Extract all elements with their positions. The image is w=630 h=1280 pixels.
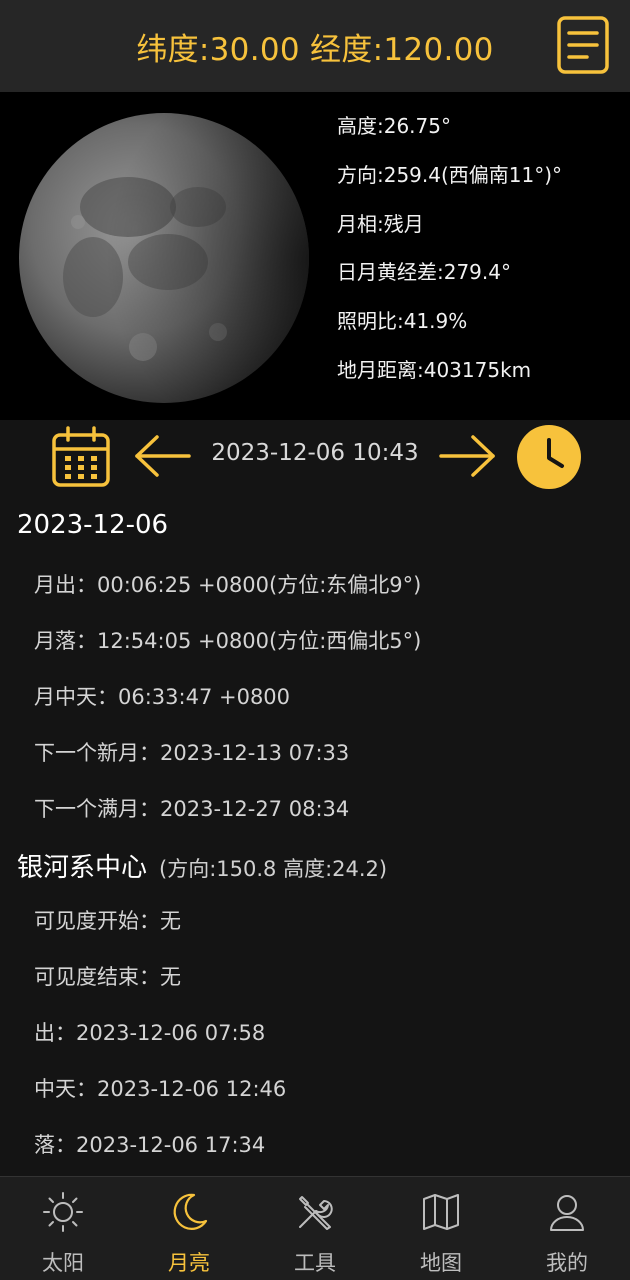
moonrise-text: 月出：00:06:25 +0800(方位:东偏北9°)	[34, 573, 422, 597]
tab-moon-label: 月亮	[168, 1251, 210, 1275]
tools-icon	[299, 1196, 333, 1230]
tab-sun-label: 太阳	[42, 1251, 84, 1275]
galaxy-set-text: 落：2023-12-06 17:34	[34, 1133, 266, 1157]
moonset-text: 月落：12:54:05 +0800(方位:西偏北5°)	[34, 629, 422, 653]
moon-events-date: 2023-12-06	[17, 510, 169, 540]
next-arrow-button[interactable]	[437, 433, 497, 479]
previous-arrow-button[interactable]	[133, 433, 193, 479]
next-full-moon-text: 下一个满月：2023-12-27 08:34	[34, 797, 350, 821]
moon-altitude: 高度:26.75°	[337, 114, 451, 138]
moon-distance: 地月距离:403175km	[337, 357, 532, 382]
bottom-tab-bar: 太阳 月亮 工具 地图 我的	[0, 1176, 630, 1280]
moon-elongation: 日月黄经差:279.4°	[337, 260, 511, 285]
user-icon	[550, 1195, 584, 1231]
arrow-right-icon	[439, 435, 495, 477]
galaxy-rise-text: 出：2023-12-06 07:58	[34, 1021, 266, 1045]
moon-phase: 月相:残月	[337, 211, 424, 236]
tab-profile-label: 我的	[546, 1251, 588, 1275]
visibility-start-text: 可见度开始：无	[34, 909, 181, 933]
tab-tools-label: 工具	[294, 1251, 336, 1275]
tab-map[interactable]: 地图	[378, 1177, 504, 1280]
galaxy-center-title: 银河系中心	[17, 853, 148, 883]
calendar-icon	[52, 426, 110, 487]
moon-info-list: 高度:26.75° 方向:259.4(西偏南11°)° 月相:残月 日月黄经差:…	[337, 112, 562, 405]
tab-map-label: 地图	[420, 1251, 462, 1275]
galaxy-center-heading: 银河系中心 (方向:150.8 高度:24.2)	[17, 847, 387, 884]
app-header: 纬度:30.00 经度:120.00	[0, 0, 630, 92]
calendar-button[interactable]	[50, 425, 112, 489]
galaxy-center-position: (方向:150.8 高度:24.2)	[159, 857, 388, 881]
tab-profile[interactable]: 我的	[504, 1177, 630, 1280]
sun-icon	[43, 1192, 83, 1232]
list-menu-button[interactable]	[556, 15, 610, 75]
now-clock-button[interactable]	[516, 424, 582, 490]
current-datetime[interactable]: 2023-12-06 10:43	[200, 440, 430, 466]
galaxy-transit-text: 中天：2023-12-06 12:46	[34, 1077, 287, 1101]
moon-illumination: 照明比:41.9%	[337, 309, 468, 334]
moon-direction: 方向:259.4(西偏南11°)°	[337, 162, 563, 187]
moon-panel: 高度:26.75° 方向:259.4(西偏南11°)° 月相:残月 日月黄经差:…	[0, 92, 630, 420]
moon-icon	[173, 1193, 208, 1230]
tab-moon[interactable]: 月亮	[126, 1177, 252, 1280]
arrow-left-icon	[135, 435, 191, 477]
clock-icon	[517, 425, 581, 489]
visibility-end-text: 可见度结束：无	[34, 965, 181, 989]
moon-image	[19, 113, 309, 403]
moon-transit-text: 月中天：06:33:47 +0800	[34, 685, 291, 709]
list-menu-icon	[557, 16, 609, 74]
map-icon	[423, 1194, 459, 1230]
next-new-moon-text: 下一个新月：2023-12-13 07:33	[34, 741, 350, 765]
tab-sun[interactable]: 太阳	[0, 1177, 126, 1280]
coordinates-title[interactable]: 纬度:30.00 经度:120.00	[0, 24, 630, 69]
tab-tools[interactable]: 工具	[252, 1177, 378, 1280]
